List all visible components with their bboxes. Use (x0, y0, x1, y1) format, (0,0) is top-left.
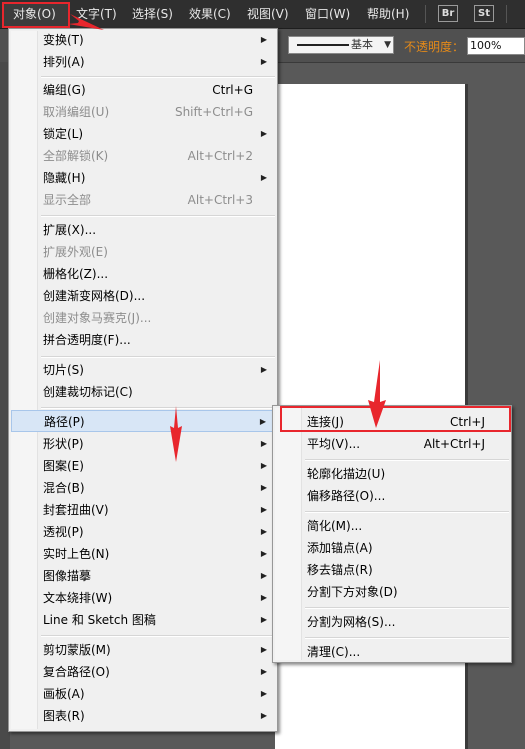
submenu-item-average[interactable]: 平均(V)... Alt+Ctrl+J (275, 433, 509, 455)
menu-item-lock[interactable]: 锁定(L) ▶ (11, 123, 275, 145)
submenu-arrow-icon: ▶ (260, 439, 267, 448)
menubar-separator (425, 5, 426, 23)
menu-separator (41, 76, 275, 78)
menu-item-ungroup: 取消编组(U) Shift+Ctrl+G (43, 105, 253, 119)
join-highlight-box (280, 406, 511, 432)
menu-item-expand[interactable]: 扩展(X)... (11, 219, 275, 241)
menu-separator (305, 607, 509, 609)
menu-view[interactable]: 视图(V) (243, 3, 293, 25)
submenu-arrow-icon: ▶ (260, 129, 267, 138)
menu-item-text-wrap[interactable]: 文本绕排(W) ▶ (11, 587, 275, 609)
menu-item-hide[interactable]: 隐藏(H) ▶ (11, 167, 275, 189)
menu-item-live-paint[interactable]: 实时上色(N) ▶ (11, 543, 275, 565)
menu-window[interactable]: 窗口(W) (301, 3, 354, 25)
stroke-style-dropdown[interactable]: 基本 ▼ (288, 36, 394, 54)
submenu-arrow-icon: ▶ (260, 615, 267, 624)
submenu-item-simplify[interactable]: 简化(M)... (275, 515, 509, 537)
stock-button[interactable]: St (474, 5, 494, 22)
submenu-arrow-icon: ▶ (260, 173, 267, 182)
menu-separator (305, 459, 509, 461)
object-menu: 变换(T) ▶ 排列(A) ▶ 编组(G) Ctrl+G 取消编组(U) Shift+C… (8, 28, 278, 732)
menu-item-clipping-mask[interactable]: 剪切蒙版(M) ▶ (11, 639, 275, 661)
submenu-arrow-icon: ▶ (260, 505, 267, 514)
submenu-arrow-icon: ▶ (260, 593, 267, 602)
submenu-arrow-icon: ▶ (260, 35, 267, 44)
submenu-item-add-anchor[interactable]: 添加锚点(A) (275, 537, 509, 559)
menu-item-artboards[interactable]: 画板(A) ▶ (11, 683, 275, 705)
submenu-arrow-icon: ▶ (260, 645, 267, 654)
menu-item-rasterize[interactable]: 栅格化(Z)... (11, 263, 275, 285)
submenu-arrow-icon: ▶ (260, 667, 267, 676)
submenu-arrow-icon: ▶ (260, 527, 267, 536)
stroke-preview (297, 44, 349, 46)
chevron-down-icon: ▼ (384, 40, 391, 50)
menu-item-gradient-mesh[interactable]: 创建渐变网格(D)... (11, 285, 275, 307)
menu-item-slice[interactable]: 切片(S) ▶ (11, 359, 275, 381)
menu-item-arrange[interactable]: 排列(A) ▶ (11, 51, 275, 73)
menu-effect[interactable]: 效果(C) (185, 3, 235, 25)
submenu-arrow-icon: ▶ (260, 57, 267, 66)
submenu-item-outline-stroke[interactable]: 轮廓化描边(U) (275, 463, 509, 485)
submenu-item-cleanup[interactable]: 清理(C)... (275, 641, 509, 663)
menu-item-perspective[interactable]: 透视(P) ▶ (11, 521, 275, 543)
menu-item-path[interactable]: 路径(P) ▶ (11, 410, 275, 432)
menu-item-expand-appearance: 扩展外观(E) (43, 245, 108, 259)
submenu-arrow-icon: ▶ (260, 549, 267, 558)
menu-item-unlock-all: 全部解锁(K) Alt+Ctrl+2 (43, 149, 253, 163)
opacity-input[interactable]: 100% (467, 37, 525, 55)
path-submenu: 连接(J) Ctrl+J 平均(V)... Alt+Ctrl+J 轮廓化描边(U) … (272, 405, 512, 663)
menu-item-object-mosaic: 创建对象马赛克(J)... (43, 311, 152, 325)
menubar-separator (506, 5, 507, 23)
menu-separator (305, 511, 509, 513)
menu-item-line-sketch[interactable]: Line 和 Sketch 图稿 ▶ (11, 609, 275, 631)
bridge-button[interactable]: Br (438, 5, 458, 22)
menu-separator (41, 215, 275, 217)
menu-bar: 对象(O) 文字(T) 选择(S) 效果(C) 视图(V) 窗口(W) 帮助(H… (0, 0, 525, 29)
menu-object[interactable]: 对象(O) (9, 3, 60, 25)
submenu-item-split-grid[interactable]: 分割为网格(S)... (275, 611, 509, 633)
menu-separator (41, 635, 275, 637)
menu-item-flatten-transparency[interactable]: 拼合透明度(F)... (11, 329, 275, 351)
menu-item-compound-path[interactable]: 复合路径(O) ▶ (11, 661, 275, 683)
menu-item-image-trace[interactable]: 图像描摹 ▶ (11, 565, 275, 587)
submenu-item-divide-below[interactable]: 分割下方对象(D) (275, 581, 509, 603)
submenu-arrow-icon: ▶ (259, 417, 266, 426)
submenu-arrow-icon: ▶ (260, 365, 267, 374)
menu-separator (41, 407, 275, 409)
opacity-label[interactable]: 不透明度： (404, 38, 464, 55)
menu-item-transform[interactable]: 变换(T) ▶ (11, 29, 275, 51)
submenu-arrow-icon: ▶ (260, 689, 267, 698)
menu-item-group[interactable]: 编组(G) Ctrl+G (11, 79, 275, 101)
submenu-arrow-icon: ▶ (260, 483, 267, 492)
menu-item-pattern[interactable]: 图案(E) ▶ (11, 455, 275, 477)
menu-item-crop-marks[interactable]: 创建裁切标记(C) (11, 381, 275, 403)
menu-item-blend[interactable]: 混合(B) ▶ (11, 477, 275, 499)
submenu-item-offset-path[interactable]: 偏移路径(O)... (275, 485, 509, 507)
submenu-arrow-icon: ▶ (260, 711, 267, 720)
stroke-style-label: 基本 (351, 38, 373, 51)
menu-item-graph[interactable]: 图表(R) ▶ (11, 705, 275, 727)
submenu-arrow-icon: ▶ (260, 461, 267, 470)
menu-item-shape[interactable]: 形状(P) ▶ (11, 433, 275, 455)
menu-help[interactable]: 帮助(H) (363, 3, 413, 25)
menu-item-show-all: 显示全部 Alt+Ctrl+3 (43, 193, 253, 207)
menu-separator (41, 356, 275, 358)
submenu-arrow-icon: ▶ (260, 571, 267, 580)
menu-type[interactable]: 文字(T) (72, 3, 121, 25)
menu-select[interactable]: 选择(S) (128, 3, 177, 25)
menu-separator (305, 637, 509, 639)
submenu-item-remove-anchor[interactable]: 移去锚点(R) (275, 559, 509, 581)
menu-item-envelope-distort[interactable]: 封套扭曲(V) ▶ (11, 499, 275, 521)
